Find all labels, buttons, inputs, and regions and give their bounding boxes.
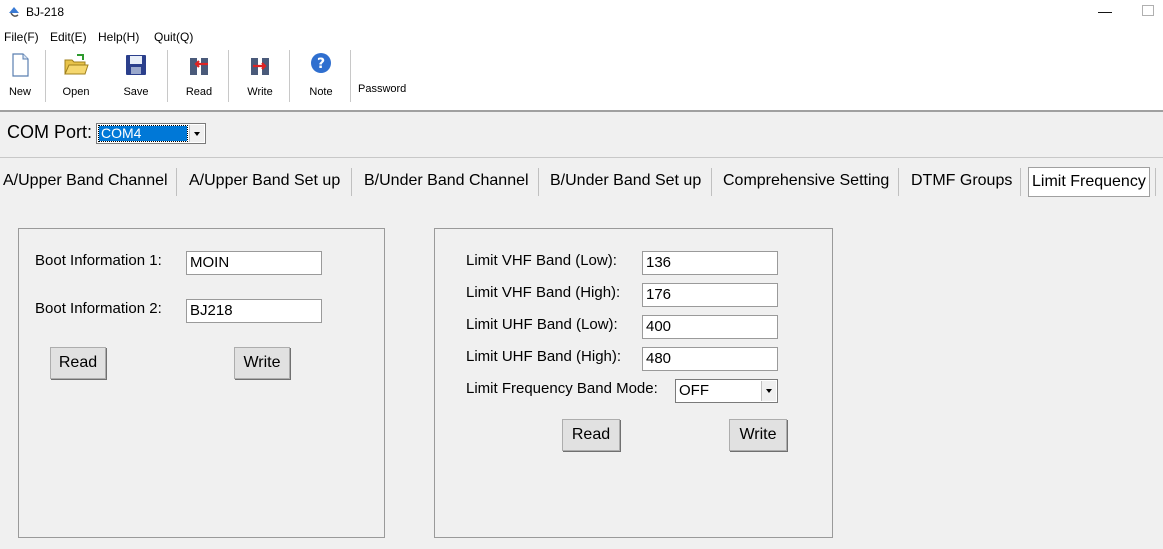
menu-help[interactable]: Help(H) — [98, 30, 139, 44]
tab-a-upper-band-channel[interactable]: A/Upper Band Channel — [0, 167, 171, 197]
write-toolbar-button[interactable]: Write — [241, 50, 279, 102]
tab-divider — [711, 168, 712, 196]
chevron-down-icon — [766, 389, 772, 393]
vhf-high-input[interactable]: 176 — [642, 283, 778, 307]
vhf-low-input[interactable]: 136 — [642, 251, 778, 275]
uhf-low-label: Limit UHF Band (Low): — [466, 316, 618, 333]
app-icon — [9, 7, 19, 17]
menu-edit[interactable]: Edit(E) — [50, 30, 87, 44]
tab-b-under-band-channel[interactable]: B/Under Band Channel — [361, 167, 532, 197]
read-toolbar-label: Read — [185, 86, 213, 98]
chevron-down-icon — [194, 132, 200, 136]
minimize-button[interactable]: — — [1096, 2, 1114, 20]
divider — [0, 157, 1163, 158]
tab-limit-frequency[interactable]: Limit Frequency — [1028, 167, 1150, 197]
limit-read-button[interactable]: Read — [562, 419, 620, 451]
toolbar-separator — [350, 50, 351, 102]
uhf-low-input[interactable]: 400 — [642, 315, 778, 339]
tab-comprehensive-setting[interactable]: Comprehensive Setting — [720, 167, 892, 197]
save-disk-icon — [126, 55, 146, 75]
new-label: New — [8, 86, 31, 98]
tab-divider — [1155, 168, 1156, 196]
toolbar-separator — [45, 50, 46, 102]
help-question-icon: ? — [311, 53, 331, 73]
open-button[interactable]: Open — [57, 50, 95, 102]
com-port-value: COM4 — [98, 125, 188, 142]
note-label: Note — [309, 86, 333, 98]
tab-divider — [176, 168, 177, 196]
note-button[interactable]: ? Note — [302, 50, 340, 102]
menu-file[interactable]: File(F) — [4, 30, 39, 44]
limit-write-button[interactable]: Write — [729, 419, 787, 451]
tab-divider — [538, 168, 539, 196]
boot-info-2-input[interactable]: BJ218 — [186, 299, 322, 323]
vhf-high-label: Limit VHF Band (High): — [466, 284, 621, 301]
write-toolbar-label: Write — [247, 86, 273, 98]
boot-info-1-label: Boot Information 1: — [35, 252, 162, 269]
title-bar: BJ-218 — — [0, 0, 1163, 26]
toolbar-separator — [228, 50, 229, 102]
boot-write-button[interactable]: Write — [234, 347, 290, 379]
menu-bar: File(F) Edit(E) Help(H) Quit(Q) — [0, 26, 1163, 46]
tab-divider — [898, 168, 899, 196]
open-folder-icon — [64, 54, 89, 75]
com-port-label: COM Port: — [7, 122, 93, 142]
toolbar-separator — [167, 50, 168, 102]
tab-dtmf-groups[interactable]: DTMF Groups — [908, 167, 1015, 197]
tab-divider — [1020, 168, 1021, 196]
band-mode-select[interactable]: OFF — [675, 379, 778, 403]
new-file-icon — [12, 53, 29, 77]
vhf-low-label: Limit VHF Band (Low): — [466, 252, 617, 269]
uhf-high-label: Limit UHF Band (High): — [466, 348, 622, 365]
open-label: Open — [62, 86, 90, 98]
boot-read-button[interactable]: Read — [50, 347, 106, 379]
band-mode-dropdown-button[interactable] — [761, 381, 776, 401]
new-button[interactable]: New — [2, 50, 38, 102]
toolbar: New Open Save Read Write ? Note Password — [0, 46, 1163, 112]
uhf-high-input[interactable]: 480 — [642, 347, 778, 371]
window-title: BJ-218 — [26, 5, 65, 19]
read-toolbar-button[interactable]: Read — [180, 50, 218, 102]
read-radio-icon — [190, 58, 208, 75]
tab-divider — [351, 168, 352, 196]
menu-quit[interactable]: Quit(Q) — [154, 30, 193, 44]
boot-info-1-input[interactable]: MOIN — [186, 251, 322, 275]
save-label: Save — [123, 86, 149, 98]
boot-info-2-label: Boot Information 2: — [35, 300, 162, 317]
com-port-select[interactable]: COM4 — [96, 123, 206, 144]
tab-b-under-band-setup[interactable]: B/Under Band Set up — [547, 167, 704, 197]
band-mode-label: Limit Frequency Band Mode: — [466, 380, 658, 397]
password-button[interactable]: Password — [358, 83, 406, 95]
com-port-dropdown-button[interactable] — [189, 125, 204, 142]
tab-a-upper-band-setup[interactable]: A/Upper Band Set up — [186, 167, 343, 197]
svg-text:?: ? — [317, 56, 325, 72]
save-button[interactable]: Save — [117, 50, 155, 102]
write-radio-icon — [251, 58, 269, 75]
toolbar-separator — [289, 50, 290, 102]
band-mode-value: OFF — [679, 382, 709, 399]
maximize-button[interactable] — [1142, 5, 1154, 16]
